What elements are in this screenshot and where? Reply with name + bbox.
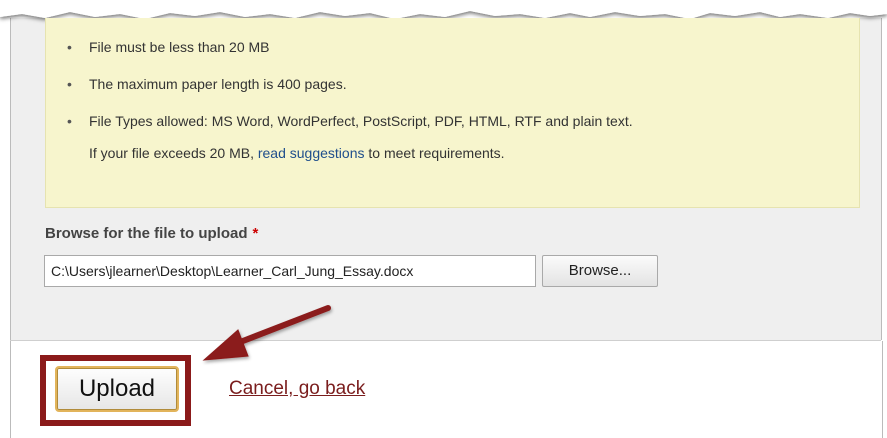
bullet-glyph: • — [67, 39, 72, 55]
requirements-list: • File must be less than 20 MB • The max… — [64, 38, 633, 149]
list-item: • The maximum paper length is 400 pages. — [64, 75, 633, 93]
requirement-text: File must be less than 20 MB — [89, 39, 270, 55]
read-suggestions-link[interactable]: read suggestions — [258, 145, 365, 161]
bullet-glyph: • — [67, 76, 72, 92]
requirement-text: The maximum paper length is 400 pages. — [89, 76, 347, 92]
cancel-go-back-link[interactable]: Cancel, go back — [229, 378, 365, 400]
upload-button[interactable]: Upload — [55, 366, 179, 412]
file-upload-label: Browse for the file to upload * — [45, 225, 258, 242]
bullet-glyph: • — [67, 113, 72, 129]
size-exceeded-note: If your file exceeds 20 MB, read suggest… — [89, 145, 505, 161]
browse-button[interactable]: Browse... — [542, 255, 658, 287]
required-marker: * — [252, 225, 259, 242]
label-text: Browse for the file to upload — [45, 225, 248, 242]
file-path-input[interactable]: C:\Users\jlearner\Desktop\Learner_Carl_J… — [44, 255, 536, 287]
requirements-box: • File must be less than 20 MB • The max… — [45, 18, 860, 208]
note-prefix: If your file exceeds 20 MB, — [89, 145, 258, 161]
list-item: • File must be less than 20 MB — [64, 38, 633, 56]
requirement-text: File Types allowed: MS Word, WordPerfect… — [89, 113, 633, 129]
note-suffix: to meet requirements. — [364, 145, 505, 161]
arrow-icon — [202, 305, 331, 361]
page: • File must be less than 20 MB • The max… — [0, 0, 887, 438]
list-item: • File Types allowed: MS Word, WordPerfe… — [64, 112, 633, 130]
